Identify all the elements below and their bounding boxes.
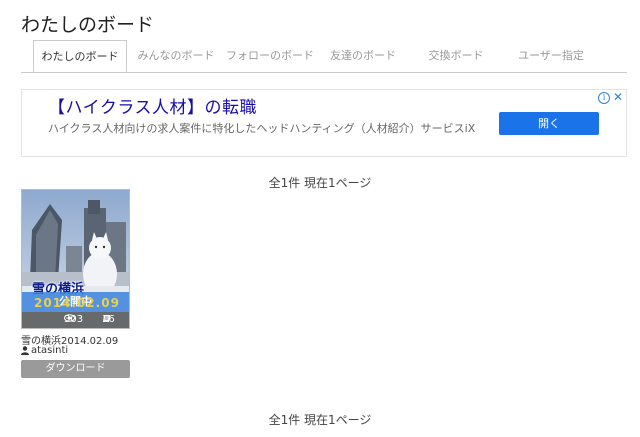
board-author[interactable]: atasinti xyxy=(21,345,68,356)
info-icon[interactable]: i xyxy=(598,92,610,104)
ad-description[interactable]: ハイクラス人材向けの求人案件に特化したヘッドハンティング（人材紹介）サービスiX xyxy=(48,122,478,136)
stats-bar: 303 16 xyxy=(22,312,129,328)
close-icon[interactable]: ✕ xyxy=(613,90,623,104)
tab-following-boards[interactable]: フォローのボード xyxy=(221,40,319,71)
board-card: 雪の横浜 公開中 2014.02.09 303 16 雪の横浜2014.02.0… xyxy=(21,189,131,378)
pagination-summary-bottom: 全1件 現在1ページ xyxy=(268,413,372,427)
tab-my-boards[interactable]: わたしのボード xyxy=(33,40,127,72)
document-count: 16 xyxy=(102,314,115,325)
tab-friends-boards[interactable]: 友達のボード xyxy=(321,40,405,71)
author-name: atasinti xyxy=(31,345,69,356)
tab-user-specified[interactable]: ユーザー指定 xyxy=(511,40,591,71)
tab-exchange-boards[interactable]: 交換ボード xyxy=(416,40,496,71)
book-icon xyxy=(103,315,110,322)
user-icon xyxy=(21,346,29,355)
page-title: わたしのボード xyxy=(21,14,155,36)
board-thumbnail[interactable]: 雪の横浜 公開中 2014.02.09 303 16 xyxy=(21,189,130,329)
thumbnail-date: 2014.02.09 xyxy=(34,296,120,310)
tab-everyone-boards[interactable]: みんなのボード xyxy=(131,40,221,71)
eye-icon xyxy=(64,314,75,322)
ad-banner[interactable]: 【ハイクラス人材】の転職 ハイクラス人材向けの求人案件に特化したヘッドハンティン… xyxy=(21,89,627,157)
download-button[interactable]: ダウンロード xyxy=(21,360,130,378)
tab-bar: わたしのボード みんなのボード フォローのボード 友達のボード 交換ボード ユー… xyxy=(21,40,627,73)
ad-title[interactable]: 【ハイクラス人材】の転職 xyxy=(48,93,257,118)
view-count: 303 xyxy=(64,314,83,325)
ad-open-button[interactable]: 開く xyxy=(499,112,599,135)
